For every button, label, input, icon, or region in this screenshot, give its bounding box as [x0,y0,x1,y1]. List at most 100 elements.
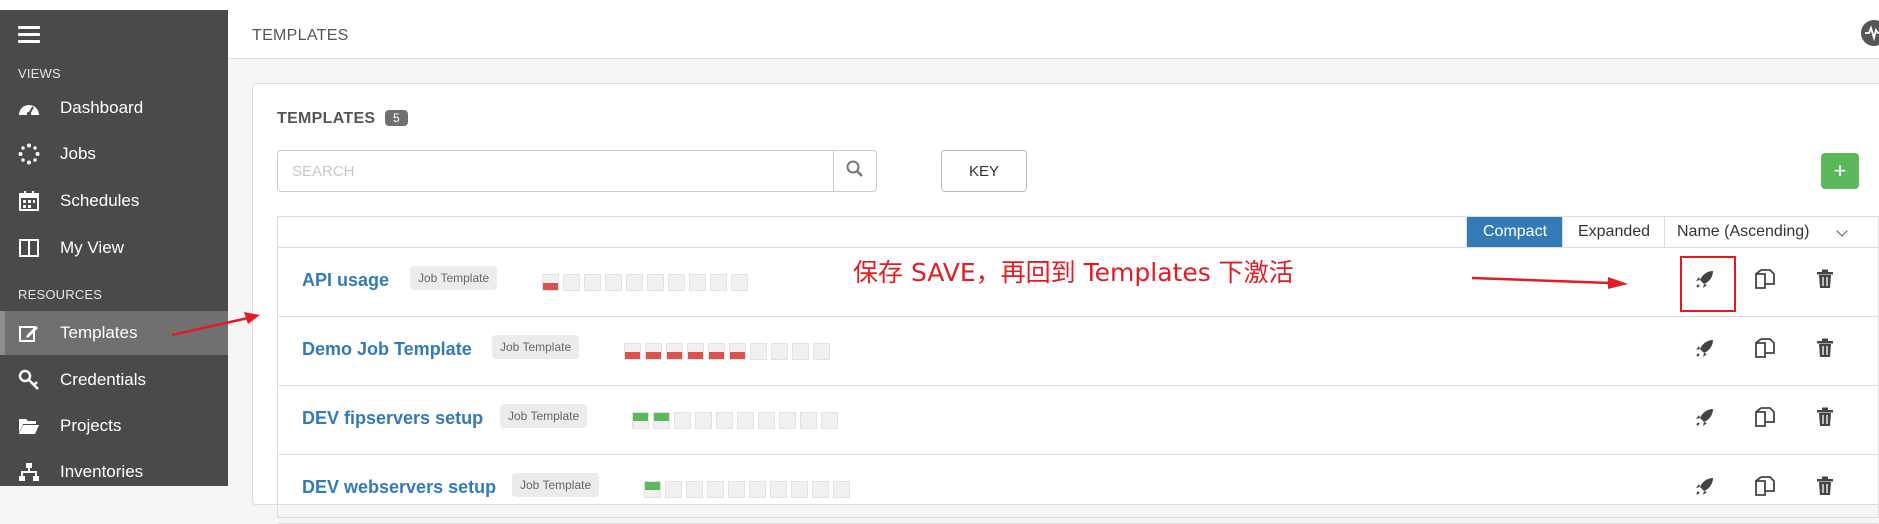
copy-button[interactable] [1750,473,1780,503]
activity-stream-icon[interactable] [1861,20,1879,46]
job-status-none [716,412,733,429]
job-status-none [813,343,830,360]
hamburger-menu-icon[interactable] [18,26,40,44]
sidebar-item-schedules[interactable]: Schedules [0,179,228,223]
copy-button[interactable] [1750,335,1780,365]
delete-button[interactable] [1810,266,1840,296]
delete-button[interactable] [1810,473,1840,503]
job-status-fail[interactable] [666,343,683,360]
template-name-link[interactable]: API usage [302,270,389,291]
row-actions [1660,256,1840,312]
rocket-icon [1695,476,1715,501]
recent-jobs-sparkline [624,343,830,360]
row-actions [1660,335,1840,365]
sidebar: VIEWS Dashboard Jobs Schedules My View R… [0,10,228,486]
section-label-views: VIEWS [18,66,61,81]
job-status-none [749,481,766,498]
job-status-none [750,343,767,360]
template-name-link[interactable]: DEV webservers setup [302,477,496,498]
launch-button[interactable] [1680,256,1736,312]
sidebar-item-my-view[interactable]: My View [0,226,228,270]
template-name-link[interactable]: DEV fipservers setup [302,408,483,429]
page-title: TEMPLATES [252,27,349,44]
rocket-icon [1695,338,1715,363]
search-box [277,150,877,192]
key-button[interactable]: KEY [941,150,1027,192]
job-status-none [668,274,685,291]
chevron-down-icon [1836,225,1848,237]
job-status-none [584,274,601,291]
launch-button[interactable] [1690,404,1720,434]
job-status-none [710,274,727,291]
template-name-link[interactable]: Demo Job Template [302,339,472,360]
job-status-fail[interactable] [708,343,725,360]
search-button[interactable] [833,151,876,191]
add-template-button[interactable]: + [1821,153,1859,189]
sidebar-item-label: Templates [60,323,138,342]
job-status-none [665,481,682,498]
template-type-badge: Job Template [492,335,580,359]
sidebar-item-label: Credentials [60,370,146,389]
job-status-ok[interactable] [632,412,649,429]
job-status-fail[interactable] [542,274,559,291]
sidebar-item-label: Jobs [60,144,96,163]
job-status-none [707,481,724,498]
copy-button[interactable] [1750,404,1780,434]
recent-jobs-sparkline [644,481,850,498]
expanded-view-button[interactable]: Expanded [1562,217,1665,247]
job-status-fail[interactable] [624,343,641,360]
job-status-none [605,274,622,291]
job-status-fail[interactable] [687,343,704,360]
job-status-ok[interactable] [644,481,661,498]
rocket-icon [1695,269,1715,294]
sort-select[interactable]: Name (Ascending) [1664,217,1860,247]
sidebar-item-projects[interactable]: Projects [0,404,228,448]
job-status-none [792,343,809,360]
sort-select-value: Name (Ascending) [1677,223,1810,240]
copy-icon [1754,475,1776,502]
panel-title: TEMPLATES [277,110,376,127]
job-status-fail[interactable] [729,343,746,360]
spinner-icon [18,143,40,165]
sidebar-item-credentials[interactable]: Credentials [0,358,228,402]
folder-open-icon [18,415,40,437]
search-input[interactable] [278,151,833,191]
copy-icon [1754,406,1776,433]
compact-view-button[interactable]: Compact [1466,217,1563,247]
job-status-none [779,412,796,429]
count-badge: 5 [385,110,408,126]
columns-icon [18,237,40,259]
job-status-none [791,481,808,498]
launch-button[interactable] [1690,335,1720,365]
job-status-none [821,412,838,429]
dashboard-icon [18,97,40,119]
copy-button[interactable] [1750,266,1780,296]
delete-button[interactable] [1810,335,1840,365]
edit-icon [18,322,40,344]
sidebar-item-inventories[interactable]: Inventories [0,450,228,494]
launch-button[interactable] [1690,473,1720,503]
job-status-none [771,343,788,360]
calendar-icon [18,190,40,212]
job-status-none [626,274,643,291]
template-type-badge: Job Template [512,473,600,497]
job-status-fail[interactable] [645,343,662,360]
search-icon [846,160,864,183]
trash-icon [1816,269,1834,294]
delete-button[interactable] [1810,404,1840,434]
page-header: TEMPLATES [228,10,1879,59]
sidebar-item-dashboard[interactable]: Dashboard [0,86,228,130]
trash-icon [1816,476,1834,501]
job-status-none [686,481,703,498]
section-label-resources: RESOURCES [18,287,103,302]
sidebar-item-jobs[interactable]: Jobs [0,132,228,176]
job-status-none [737,412,754,429]
sidebar-item-label: Dashboard [60,98,144,117]
annotation-arrow-right [1471,276,1628,289]
job-status-ok[interactable] [653,412,670,429]
sitemap-icon [18,461,40,483]
sidebar-item-label: Inventories [60,462,144,481]
template-type-badge: Job Template [500,404,588,428]
sidebar-item-label: Schedules [60,191,140,210]
job-status-none [689,274,706,291]
